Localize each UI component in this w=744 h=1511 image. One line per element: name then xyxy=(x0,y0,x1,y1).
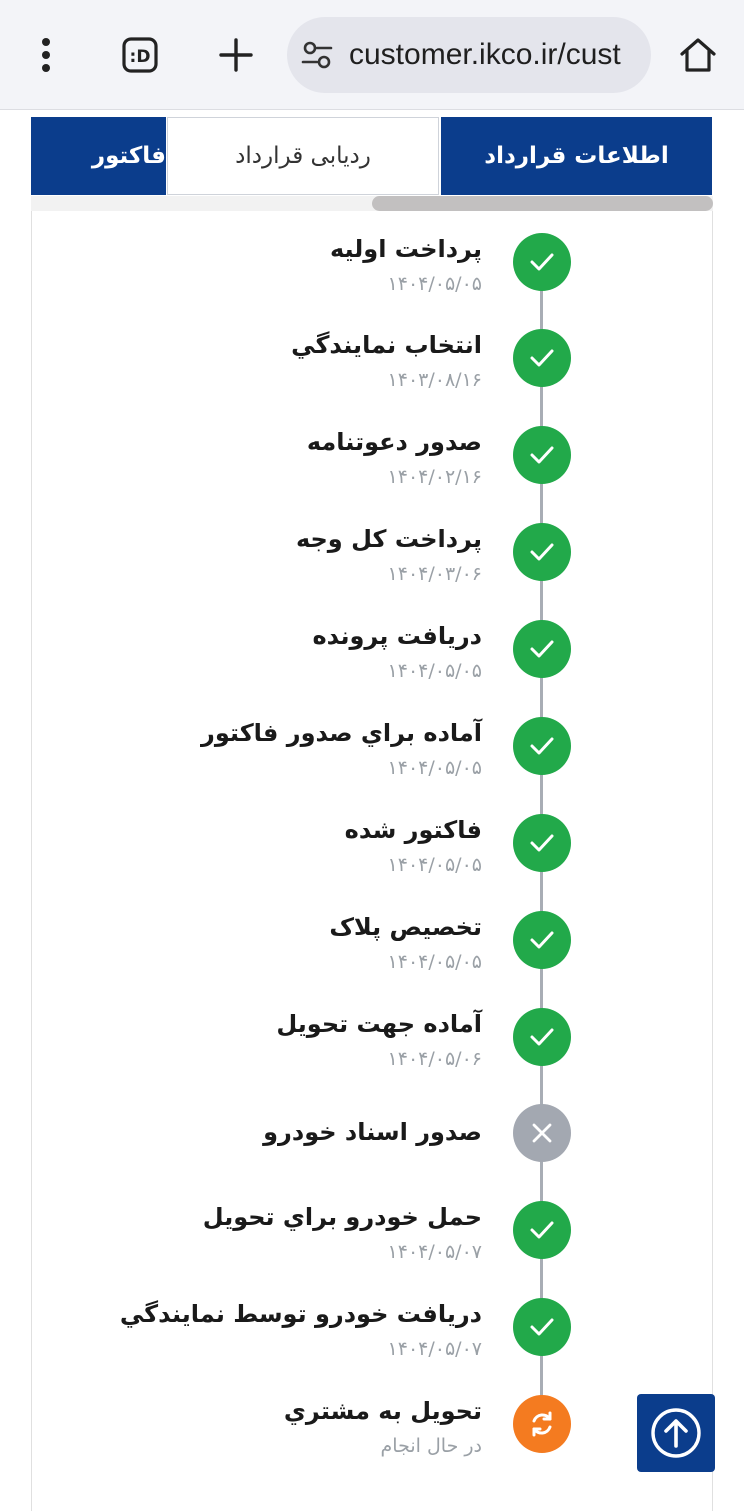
timeline-step: تخصیص پلاک ۱۴۰۴/۰۵/۰۵ xyxy=(0,911,744,991)
check-icon xyxy=(513,1201,571,1259)
timeline-step: حمل خودرو براي تحویل ۱۴۰۴/۰۵/۰۷ xyxy=(0,1201,744,1281)
step-title: حمل خودرو براي تحویل xyxy=(202,1203,482,1231)
step-title: دریافت پرونده xyxy=(312,622,482,650)
timeline-step: دریافت پرونده ۱۴۰۴/۰۵/۰۵ xyxy=(0,620,744,700)
url-text: customer.ikco.ir/cust xyxy=(349,38,621,71)
check-icon xyxy=(513,911,571,969)
timeline-step: فاکتور شده ۱۴۰۴/۰۵/۰۵ xyxy=(0,814,744,894)
step-date: ۱۴۰۴/۰۵/۰۵ xyxy=(387,273,482,295)
step-title: صدور اسناد خودرو xyxy=(263,1118,482,1146)
tab-contract-info[interactable]: اطلاعات قرارداد xyxy=(441,117,712,195)
check-icon xyxy=(513,523,571,581)
step-title: آماده براي صدور فاکتور xyxy=(201,719,482,747)
timeline-step: صدور دعوتنامه ۱۴۰۴/۰۲/۱۶ xyxy=(0,426,744,506)
close-icon xyxy=(513,1104,571,1162)
step-date: ۱۴۰۳/۰۸/۱۶ xyxy=(387,369,482,391)
svg-text::D: :D xyxy=(130,47,151,67)
step-date: در حال انجام xyxy=(380,1435,482,1457)
timeline-step: پرداخت کل وجه ۱۴۰۴/۰۳/۰۶ xyxy=(0,523,744,603)
timeline-step: تحویل به مشتري در حال انجام xyxy=(0,1395,744,1475)
check-icon xyxy=(513,426,571,484)
check-icon xyxy=(513,620,571,678)
step-title: آماده جهت تحویل xyxy=(276,1010,482,1038)
check-icon xyxy=(513,717,571,775)
step-title: دریافت خودرو توسط نمایندگي xyxy=(119,1300,482,1328)
browser-toolbar: :D customer.ikco.ir/cust xyxy=(0,0,744,110)
step-date: ۱۴۰۴/۰۵/۰۵ xyxy=(387,854,482,876)
tab-label: اطلاعات قرارداد xyxy=(484,143,669,169)
more-menu-icon[interactable] xyxy=(16,25,76,85)
step-title: تحویل به مشتري xyxy=(283,1397,482,1425)
home-icon[interactable] xyxy=(668,25,728,85)
step-date: ۱۴۰۴/۰۵/۰۵ xyxy=(387,757,482,779)
step-title: فاکتور شده xyxy=(344,816,482,844)
check-icon xyxy=(513,329,571,387)
tabs-scrollbar-thumb[interactable] xyxy=(372,196,713,211)
timeline-step: انتخاب نمایندگي ۱۴۰۳/۰۸/۱۶ xyxy=(0,329,744,409)
timeline-step: آماده براي صدور فاکتور ۱۴۰۴/۰۵/۰۵ xyxy=(0,717,744,797)
check-icon xyxy=(513,233,571,291)
site-settings-icon[interactable] xyxy=(301,39,333,75)
timeline-step: پرداخت اولیه ۱۴۰۴/۰۵/۰۵ xyxy=(0,233,744,313)
timeline-step: صدور اسناد خودرو xyxy=(0,1104,744,1184)
timeline-step: آماده جهت تحویل ۱۴۰۴/۰۵/۰۶ xyxy=(0,1008,744,1088)
step-date: ۱۴۰۴/۰۵/۰۵ xyxy=(387,660,482,682)
tab-label: ردیابی قرارداد xyxy=(235,143,371,169)
address-bar[interactable]: customer.ikco.ir/cust xyxy=(287,17,651,93)
tab-contract-tracking[interactable]: ردیابی قرارداد xyxy=(167,117,439,195)
step-date: ۱۴۰۴/۰۵/۰۶ xyxy=(387,1048,482,1070)
refresh-icon xyxy=(513,1395,571,1453)
step-date: ۱۴۰۴/۰۲/۱۶ xyxy=(387,466,482,488)
new-tab-plus-icon[interactable] xyxy=(206,25,266,85)
tab-switcher-icon[interactable]: :D xyxy=(110,25,170,85)
check-icon xyxy=(513,814,571,872)
step-date: ۱۴۰۴/۰۵/۰۵ xyxy=(387,951,482,973)
step-title: پرداخت اولیه xyxy=(329,235,482,263)
timeline-step: دریافت خودرو توسط نمایندگي ۱۴۰۴/۰۵/۰۷ xyxy=(0,1298,744,1378)
step-title: صدور دعوتنامه xyxy=(306,428,482,456)
step-date: ۱۴۰۴/۰۳/۰۶ xyxy=(387,563,482,585)
contract-tabs: اطلاعات قرارداد ردیابی قرارداد فاکتور xyxy=(31,117,712,195)
tab-label: فاکتور xyxy=(91,143,166,169)
check-icon xyxy=(513,1298,571,1356)
check-icon xyxy=(513,1008,571,1066)
scroll-to-top-button[interactable] xyxy=(637,1394,715,1472)
step-title: پرداخت کل وجه xyxy=(295,525,482,553)
tab-invoice[interactable]: فاکتور xyxy=(31,117,166,195)
step-date: ۱۴۰۴/۰۵/۰۷ xyxy=(387,1241,482,1263)
step-title: تخصیص پلاک xyxy=(329,913,482,941)
arrow-up-circle-icon xyxy=(651,1408,701,1458)
step-date: ۱۴۰۴/۰۵/۰۷ xyxy=(387,1338,482,1360)
step-title: انتخاب نمایندگي xyxy=(291,331,482,359)
